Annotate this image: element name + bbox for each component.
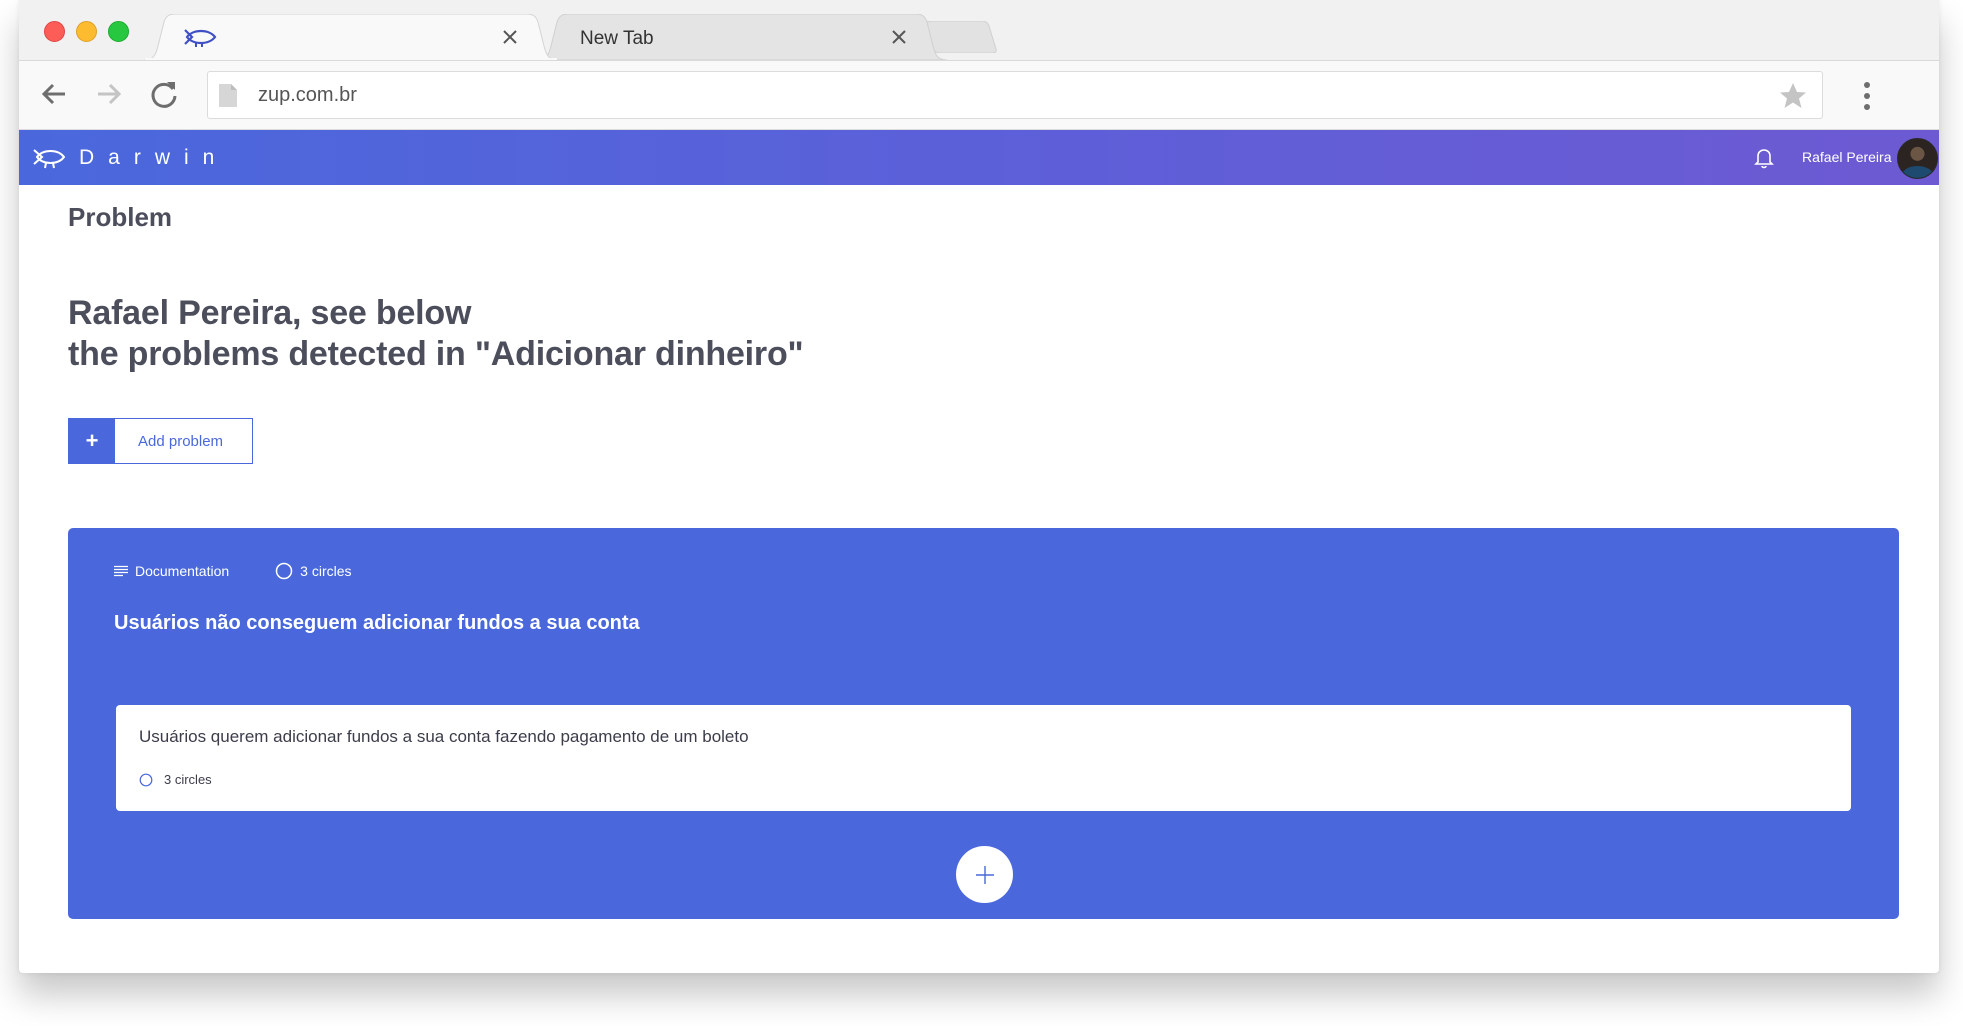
problem-meta: Documentation 3 circles <box>114 562 398 580</box>
hypothesis-text: Usuários querem adicionar fundos a sua c… <box>139 727 749 746</box>
greeting-line-2: the problems detected in "Adicionar dinh… <box>68 335 804 373</box>
logo-text: Darwin <box>79 146 229 169</box>
close-tab-icon[interactable] <box>889 27 909 47</box>
plus-icon: + <box>69 419 115 463</box>
problem-title: Usuários não conseguem adicionar fundos … <box>114 612 640 634</box>
add-hypothesis-button[interactable] <box>956 846 1013 903</box>
hypothesis-meta: 3 circles <box>139 772 212 787</box>
circle-icon <box>139 773 153 786</box>
add-problem-button[interactable]: + Add problem <box>68 418 253 464</box>
hypothesis-card[interactable]: Usuários querem adicionar fundos a sua c… <box>116 705 1851 811</box>
circle-icon <box>275 562 293 580</box>
avatar[interactable] <box>1897 138 1938 179</box>
darwin-eye-icon <box>33 149 66 169</box>
page-icon <box>219 84 237 107</box>
url-text: zup.com.br <box>258 84 357 106</box>
minimize-window-button[interactable] <box>76 21 97 42</box>
close-window-button[interactable] <box>44 21 65 42</box>
browser-window: New Tab zup.com.br Darwin Rafael Pereira… <box>19 0 1939 973</box>
bell-icon[interactable] <box>1754 147 1774 169</box>
forward-arrow-icon[interactable] <box>92 77 126 111</box>
tab-title: New Tab <box>580 28 654 49</box>
tab-strip: New Tab <box>19 0 1939 60</box>
greeting-heading: Rafael Pereira, see below the problems d… <box>68 293 804 375</box>
browser-menu-icon[interactable] <box>1857 79 1877 113</box>
problem-card: Documentation 3 circles Usuários não con… <box>68 528 1899 919</box>
reload-icon[interactable] <box>147 77 181 111</box>
hypothesis-circles-label: 3 circles <box>164 772 212 787</box>
page-title: Problem <box>68 202 173 232</box>
documentation-label: Documentation <box>135 563 230 579</box>
back-arrow-icon[interactable] <box>37 77 71 111</box>
darwin-eye-icon <box>184 29 217 47</box>
darwin-logo[interactable]: Darwin <box>33 144 228 172</box>
lines-icon <box>114 565 128 577</box>
circles-label: 3 circles <box>300 563 352 579</box>
user-name[interactable]: Rafael Pereira <box>1802 149 1892 165</box>
plus-icon <box>975 865 994 884</box>
bookmark-star-icon[interactable] <box>1778 81 1808 111</box>
app-header: Darwin Rafael Pereira <box>19 130 1939 185</box>
documentation-link[interactable]: Documentation <box>114 563 229 579</box>
add-problem-label: Add problem <box>138 432 224 450</box>
greeting-line-1: Rafael Pereira, see below <box>68 294 472 332</box>
circles-link[interactable]: 3 circles <box>275 562 352 580</box>
tab-new-tab[interactable]: New Tab <box>537 14 947 60</box>
browser-toolbar: zup.com.br <box>19 60 1939 130</box>
maximize-window-button[interactable] <box>108 21 129 42</box>
close-tab-icon[interactable] <box>500 27 520 47</box>
tab-active[interactable] <box>144 14 558 60</box>
address-bar[interactable]: zup.com.br <box>207 71 1823 119</box>
